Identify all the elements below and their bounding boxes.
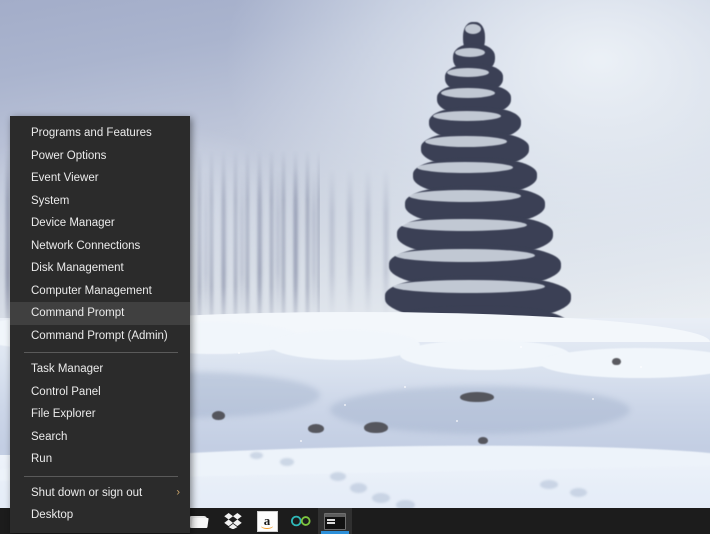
infinity-loop-icon — [290, 515, 311, 527]
menu-separator — [24, 475, 178, 477]
rock — [478, 437, 488, 444]
menu-item-command-prompt-admin[interactable]: Command Prompt (Admin) — [10, 325, 190, 348]
menu-item-event-viewer[interactable]: Event Viewer — [10, 167, 190, 190]
menu-item-computer-management[interactable]: Computer Management — [10, 280, 190, 303]
spruce-tree — [385, 22, 575, 352]
chevron-right-icon: › — [176, 486, 180, 499]
menu-item-network-connections[interactable]: Network Connections — [10, 235, 190, 258]
menu-item-label: Command Prompt (Admin) — [31, 329, 168, 342]
menu-item-label: Computer Management — [31, 284, 152, 297]
menu-item-label: Device Manager — [31, 217, 115, 230]
rock — [612, 358, 621, 365]
rock — [460, 392, 494, 402]
taskbar-buttons: a — [182, 508, 352, 534]
rock — [212, 411, 225, 420]
menu-item-label: Power Options — [31, 149, 107, 162]
desktop-screen: a Programs and Features Power Options Ev… — [0, 0, 710, 534]
menu-item-system[interactable]: System — [10, 190, 190, 213]
menu-item-label: Programs and Features — [31, 127, 152, 140]
menu-item-run[interactable]: Run — [10, 448, 190, 471]
menu-item-label: Control Panel — [31, 385, 101, 398]
menu-item-shut-down-or-sign-out[interactable]: Shut down or sign out › — [10, 482, 190, 505]
taskbar-button-dropbox[interactable] — [216, 508, 250, 534]
menu-item-file-explorer[interactable]: File Explorer — [10, 403, 190, 426]
command-prompt-icon — [324, 512, 346, 530]
menu-item-label: Search — [31, 430, 68, 443]
rock — [364, 422, 388, 433]
menu-item-label: Run — [31, 453, 53, 466]
dropbox-icon — [224, 513, 242, 529]
menu-item-desktop[interactable]: Desktop — [10, 504, 190, 527]
menu-item-search[interactable]: Search — [10, 426, 190, 449]
folder-icon — [189, 514, 209, 529]
menu-item-label: Network Connections — [31, 239, 141, 252]
menu-item-control-panel[interactable]: Control Panel — [10, 381, 190, 404]
power-user-menu[interactable]: Programs and Features Power Options Even… — [10, 116, 190, 533]
menu-item-disk-management[interactable]: Disk Management — [10, 257, 190, 280]
amazon-smile-icon — [260, 523, 273, 529]
taskbar-button-amazon[interactable]: a — [250, 508, 284, 534]
menu-item-device-manager[interactable]: Device Manager — [10, 212, 190, 235]
menu-item-label: Shut down or sign out — [31, 486, 143, 499]
menu-item-label: Desktop — [31, 509, 74, 522]
menu-item-label: Event Viewer — [31, 172, 99, 185]
menu-item-programs-and-features[interactable]: Programs and Features — [10, 122, 190, 145]
taskbar-button-command-prompt[interactable] — [318, 508, 352, 534]
menu-item-command-prompt[interactable]: Command Prompt — [10, 302, 190, 325]
menu-item-label: Task Manager — [31, 363, 104, 376]
menu-item-label: Disk Management — [31, 262, 124, 275]
rock — [308, 424, 324, 433]
amazon-icon: a — [256, 510, 278, 532]
menu-item-power-options[interactable]: Power Options — [10, 145, 190, 168]
menu-item-task-manager[interactable]: Task Manager — [10, 358, 190, 381]
menu-item-label: File Explorer — [31, 408, 96, 421]
menu-separator — [24, 352, 178, 353]
menu-item-label: Command Prompt — [31, 307, 125, 320]
taskbar-button-loop-app[interactable] — [284, 508, 318, 534]
menu-item-label: System — [31, 194, 70, 207]
